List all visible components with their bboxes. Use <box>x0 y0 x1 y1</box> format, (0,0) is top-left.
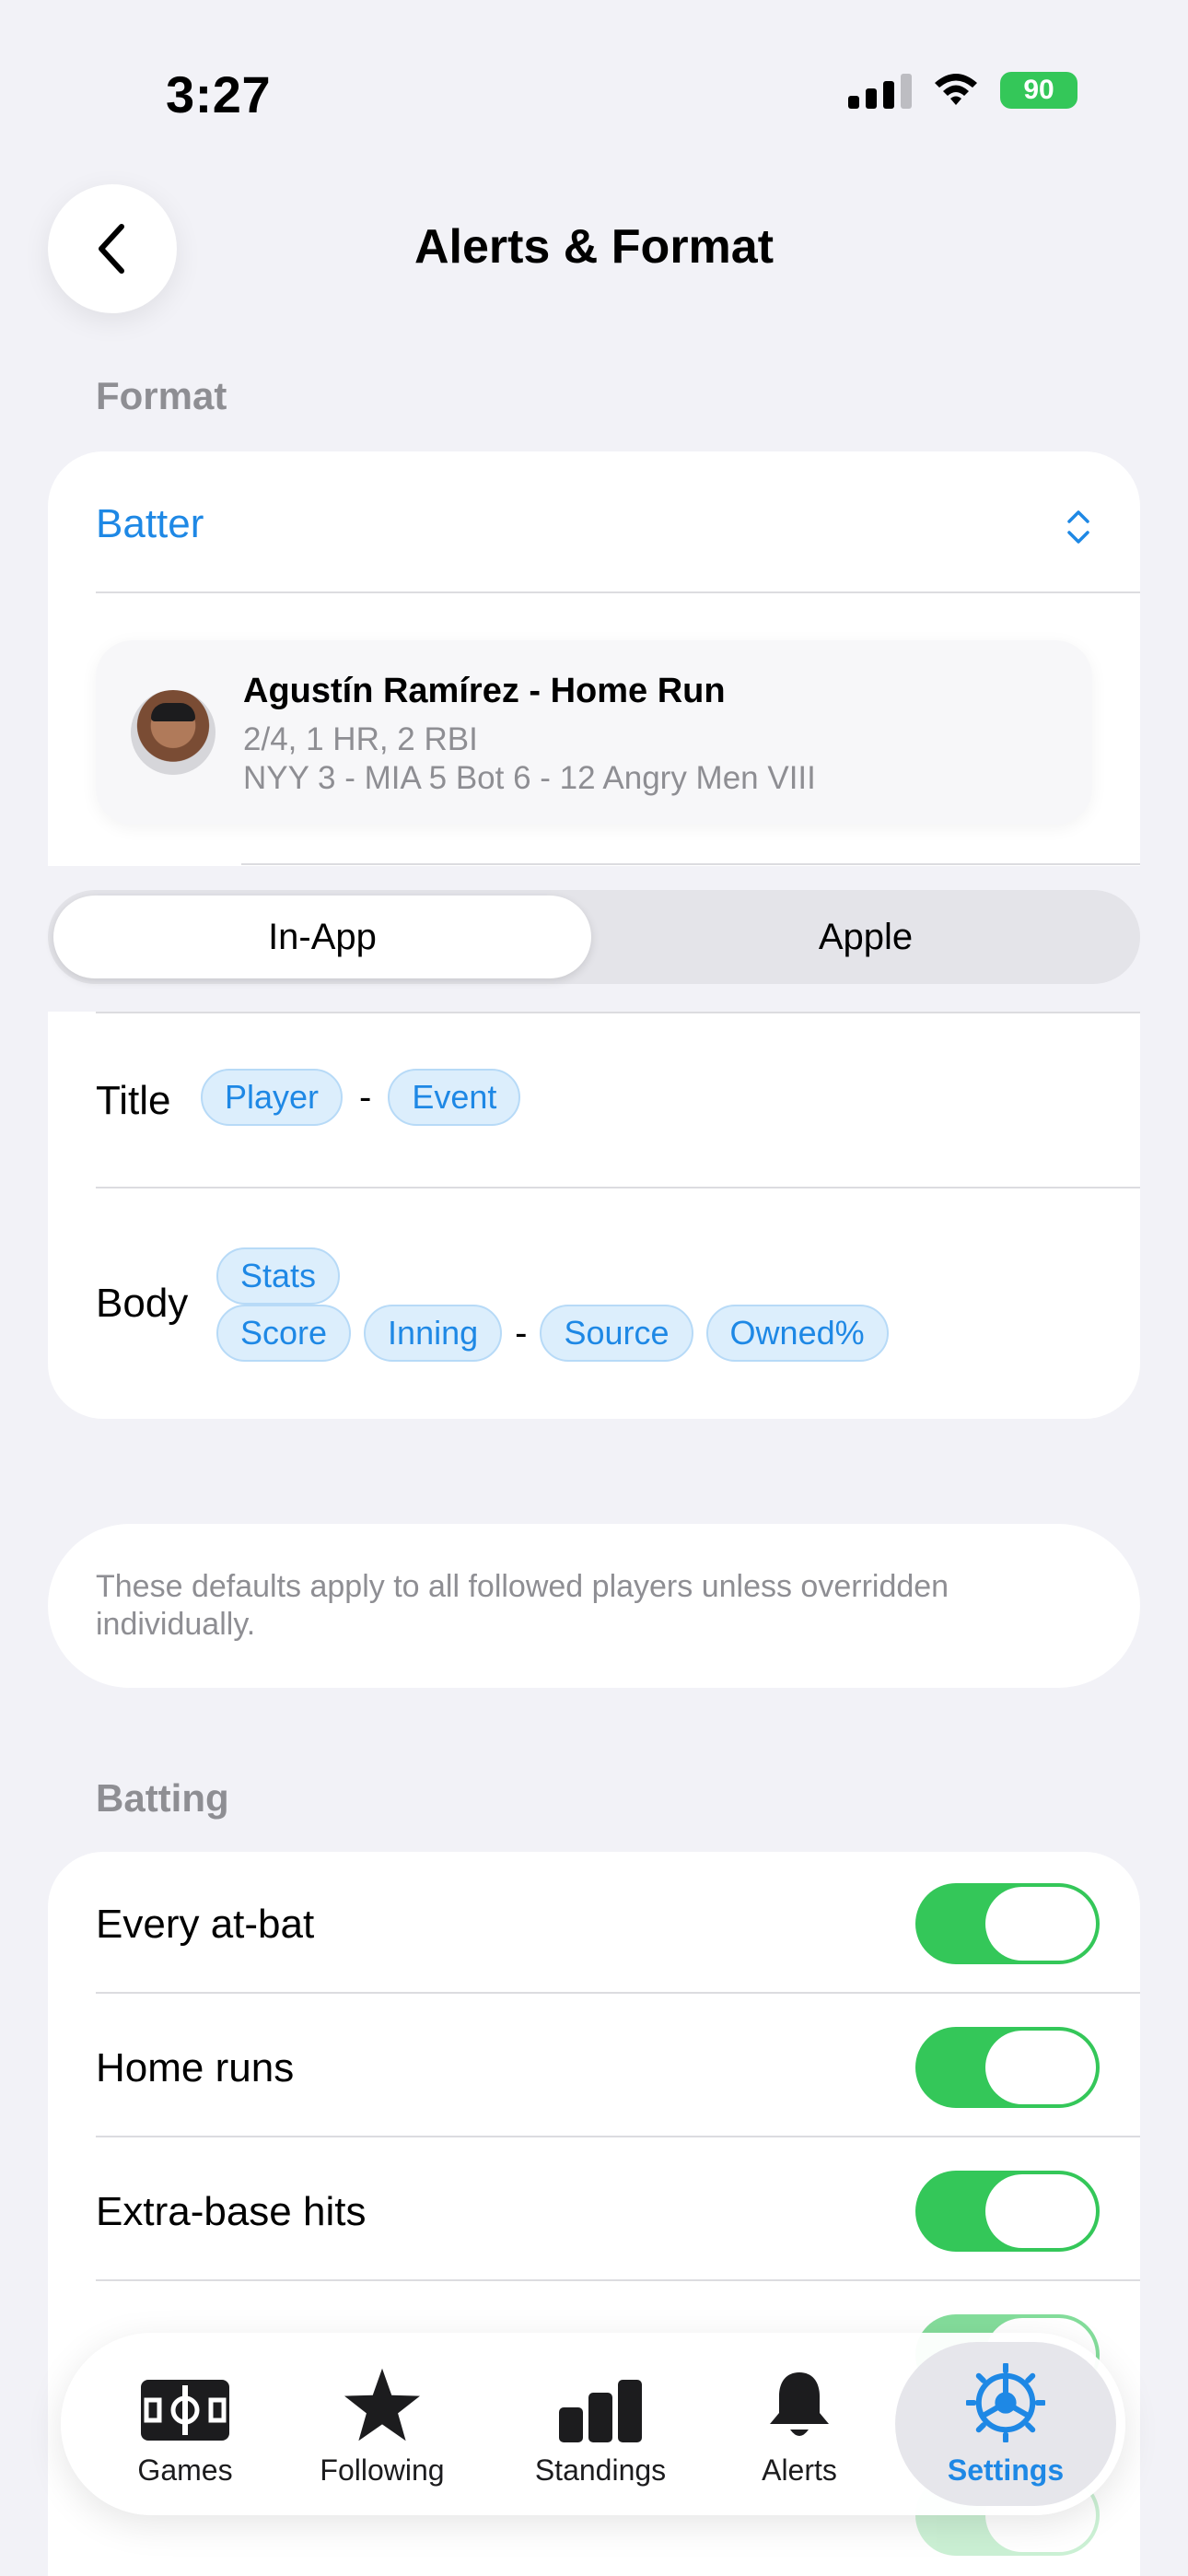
fields-card: Title Player - Event Body Stats Score In… <box>48 1012 1140 1419</box>
separator: - <box>515 1312 528 1353</box>
bell-icon <box>770 2372 829 2436</box>
section-label-format: Format <box>96 374 227 417</box>
title-field-label: Title <box>96 1078 171 1123</box>
body-chips-row-2: Score Inning - Source Owned% <box>216 1305 889 1362</box>
format-card: Batter Agustín Ramírez - Home Run 2/4, 1… <box>48 451 1140 866</box>
body-field-label: Body <box>96 1281 189 1326</box>
divider <box>96 1992 1140 1994</box>
separator: - <box>359 1076 372 1118</box>
preview-score: NYY 3 - MIA 5 Bot 6 - 12 Angry Men VIII <box>243 760 816 796</box>
row-label-every-at-bat: Every at-bat <box>96 1902 315 1947</box>
tab-standings[interactable]: Standings <box>490 2351 711 2499</box>
divider <box>96 1187 1140 1188</box>
tab-games[interactable]: Games <box>88 2351 282 2499</box>
tab-alerts[interactable]: Alerts <box>716 2351 882 2499</box>
toggle-extra-base-hits[interactable] <box>915 2171 1100 2252</box>
segment-apple[interactable]: Apple <box>597 896 1135 978</box>
section-label-batting: Batting <box>96 1776 229 1820</box>
format-type-selector[interactable]: Batter <box>96 501 204 547</box>
chip-owned[interactable]: Owned% <box>705 1305 889 1362</box>
cellular-signal-icon <box>848 72 912 109</box>
tab-settings[interactable]: Settings <box>904 2351 1107 2499</box>
row-label-extra-base-hits: Extra-base hits <box>96 2189 367 2234</box>
toggle-home-runs[interactable] <box>915 2027 1100 2108</box>
chip-score[interactable]: Score <box>216 1305 352 1362</box>
tab-label: Standings <box>534 2453 667 2487</box>
divider <box>96 591 1140 593</box>
avatar <box>131 690 215 775</box>
star-icon <box>344 2368 420 2441</box>
divider <box>96 2136 1140 2137</box>
gear-icon <box>966 2363 1045 2442</box>
status-icons: 90 <box>848 72 1077 109</box>
body-chips-row-1: Stats <box>216 1247 341 1305</box>
row-label-home-runs: Home runs <box>96 2045 295 2090</box>
chip-player[interactable]: Player <box>201 1069 344 1126</box>
page-title: Alerts & Format <box>413 220 775 274</box>
wifi-icon <box>935 74 977 105</box>
notification-preview: Agustín Ramírez - Home Run 2/4, 1 HR, 2 … <box>96 640 1092 825</box>
status-time: 3:27 <box>166 65 272 123</box>
preview-mode-segmented-control: In-App Apple <box>48 890 1140 984</box>
toggle-every-at-bat[interactable] <box>915 1883 1100 1964</box>
chip-stats[interactable]: Stats <box>216 1247 341 1305</box>
chevron-updown-icon[interactable] <box>1065 507 1092 547</box>
tab-label: Settings <box>947 2453 1065 2487</box>
divider <box>241 863 1140 865</box>
chip-source[interactable]: Source <box>540 1305 693 1362</box>
tab-label: Following <box>320 2453 445 2487</box>
note-text: These defaults apply to all followed pla… <box>96 1569 949 1642</box>
tab-bar: Games Following Standings Alerts Setting… <box>61 2333 1125 2515</box>
tab-following[interactable]: Following <box>285 2351 479 2499</box>
tab-label: Alerts <box>762 2453 837 2487</box>
chip-inning[interactable]: Inning <box>364 1305 503 1362</box>
field-icon <box>141 2380 229 2441</box>
battery-icon: 90 <box>1000 72 1077 109</box>
segment-in-app[interactable]: In-App <box>53 896 591 978</box>
title-chips: Player - Event <box>201 1069 521 1126</box>
defaults-note: These defaults apply to all followed pla… <box>48 1524 1140 1688</box>
divider <box>96 2279 1140 2281</box>
bars-icon <box>559 2380 642 2442</box>
tab-label: Games <box>137 2453 233 2487</box>
preview-stats: 2/4, 1 HR, 2 RBI <box>243 721 478 757</box>
battery-level: 90 <box>1023 75 1054 105</box>
preview-title: Agustín Ramírez - Home Run <box>243 672 726 710</box>
chip-event[interactable]: Event <box>388 1069 521 1126</box>
divider <box>96 1012 1140 1013</box>
